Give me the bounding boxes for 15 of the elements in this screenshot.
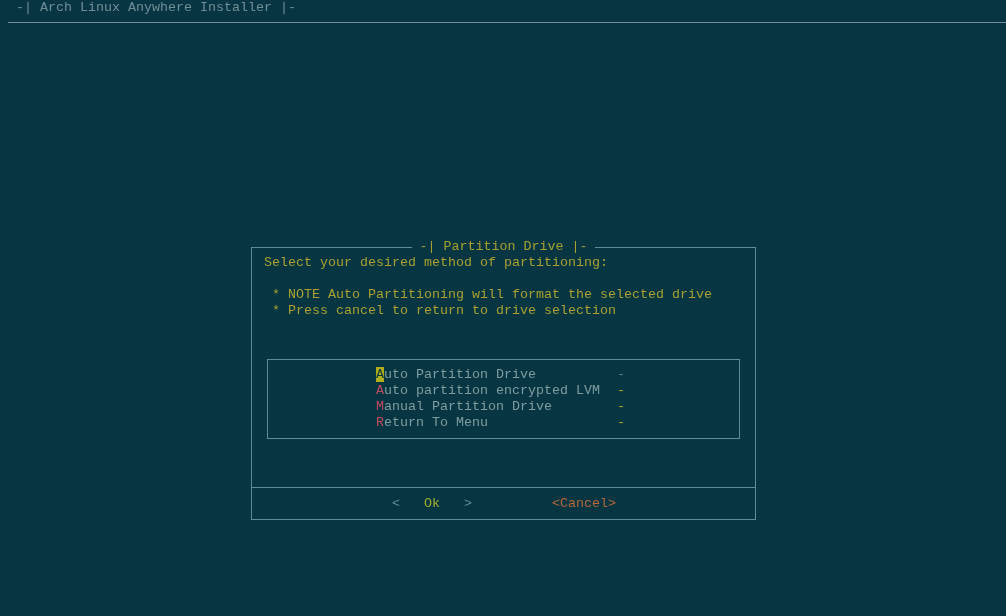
menu-item[interactable]: Manual Partition Drive [376, 399, 617, 415]
prompt-text: Select your desired method of partitioning: [264, 255, 609, 271]
menu-item[interactable]: Auto Partition Drive [376, 367, 617, 383]
menu-item-description: - [617, 399, 625, 415]
menu-item-description: - [617, 415, 625, 431]
menu-item-description: - [617, 383, 625, 399]
menu-item-description: - [617, 367, 625, 383]
dialog-button[interactable]: <Cancel> [552, 495, 616, 512]
note-text: * NOTE Auto Partitioning will format the selected drive [271, 287, 713, 303]
backtitle: -| Arch Linux Anywhere Installer |- [15, 0, 296, 16]
dialog-title: -| Partition Drive |- [418, 239, 589, 255]
menu-item[interactable]: Return To Menu [376, 415, 617, 431]
note-text: * Press cancel to return to drive selection [271, 303, 617, 319]
menu-item[interactable]: Auto partition encrypted LVM [376, 383, 617, 399]
dialog-button[interactable]: < Ok > [392, 495, 472, 512]
